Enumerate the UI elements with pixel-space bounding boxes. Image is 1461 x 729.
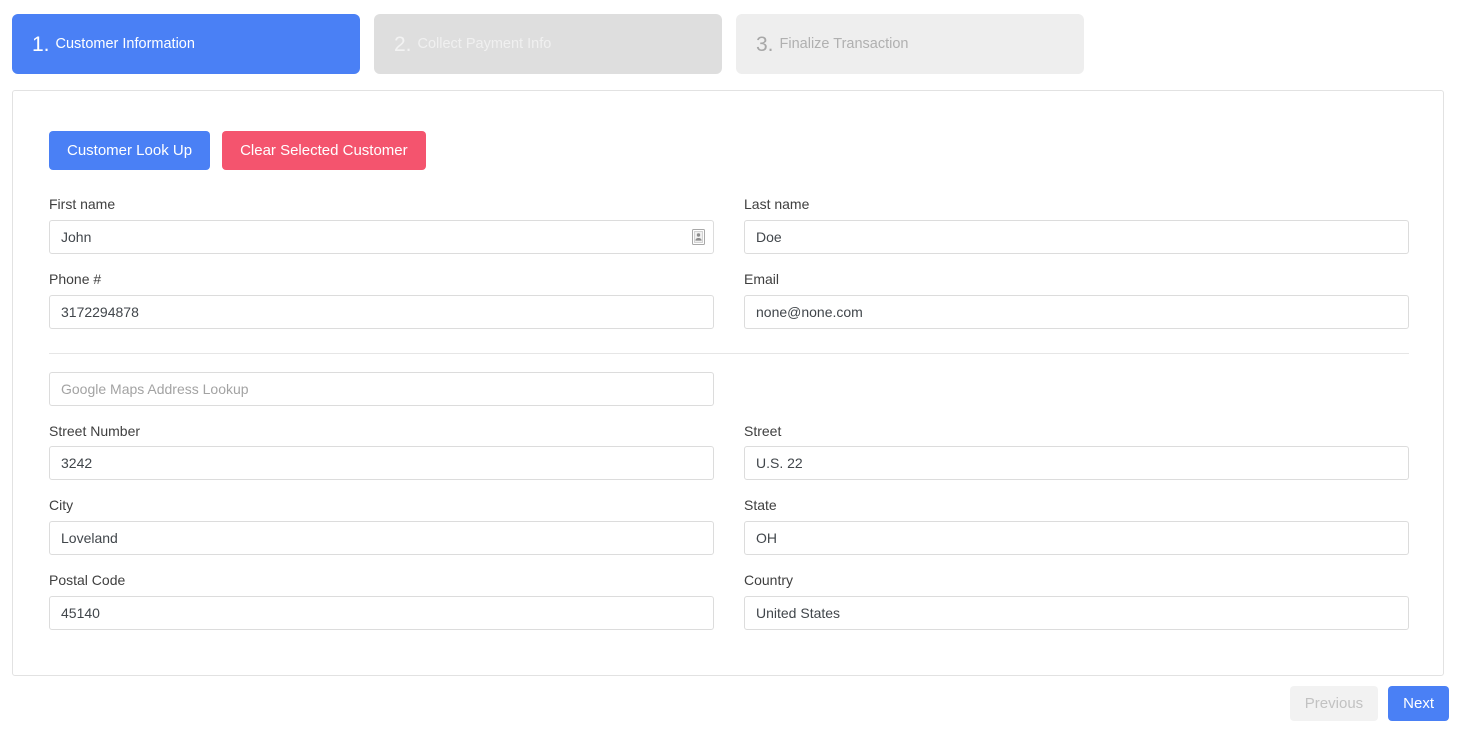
address-lookup-spacer xyxy=(744,372,1409,423)
last-name-field: Last name xyxy=(744,196,1409,254)
state-label: State xyxy=(744,497,777,514)
wizard-step-finalize-transaction[interactable]: 3. Finalize Transaction xyxy=(736,14,1084,74)
card-body: Customer Look Up Clear Selected Customer… xyxy=(13,91,1443,647)
email-label: Email xyxy=(744,270,780,287)
first-name-field: First name xyxy=(49,196,714,254)
first-name-input-wrap xyxy=(49,219,714,254)
checkout-wizard-page: 1. Customer Information 2. Collect Payme… xyxy=(0,0,1461,729)
email-field: Email xyxy=(744,271,1409,329)
step-number: 1. xyxy=(32,32,50,56)
previous-button[interactable]: Previous xyxy=(1289,686,1379,721)
clear-selected-customer-button[interactable]: Clear Selected Customer xyxy=(222,131,426,170)
customer-look-up-button[interactable]: Customer Look Up xyxy=(49,131,211,170)
last-name-label: Last name xyxy=(744,196,810,212)
street-number-input[interactable] xyxy=(49,446,714,481)
form-section-divider xyxy=(49,352,1409,354)
wizard-step-customer-information[interactable]: 1. Customer Information xyxy=(12,14,360,74)
street-label: Street xyxy=(744,422,782,439)
first-name-input[interactable] xyxy=(49,219,714,254)
first-name-label: First name xyxy=(49,196,116,212)
street-number-label: Street Number xyxy=(49,422,141,439)
step-number: 2. xyxy=(394,32,412,56)
country-label: Country xyxy=(744,572,794,589)
city-label: City xyxy=(49,497,74,514)
google-maps-address-lookup-input[interactable] xyxy=(49,371,714,406)
street-input[interactable] xyxy=(744,446,1409,481)
wizard-footer-navigation: Previous Next xyxy=(1289,686,1449,721)
postal-code-label: Postal Code xyxy=(49,572,126,589)
country-field: Country xyxy=(744,572,1409,630)
phone-field: Phone # xyxy=(49,271,714,329)
last-name-input[interactable] xyxy=(744,219,1409,254)
step-label: Finalize Transaction xyxy=(779,35,909,52)
customer-form: First name L xyxy=(49,196,1409,647)
country-input[interactable] xyxy=(744,595,1409,630)
wizard-step-collect-payment-info[interactable]: 2. Collect Payment Info xyxy=(374,14,722,74)
state-field: State xyxy=(744,497,1409,556)
step-label: Collect Payment Info xyxy=(417,35,552,52)
step-number: 3. xyxy=(756,32,774,56)
contact-card-icon[interactable] xyxy=(692,228,705,245)
phone-label: Phone # xyxy=(49,270,102,287)
wizard-step-tabs: 1. Customer Information 2. Collect Payme… xyxy=(12,14,1449,74)
postal-code-input[interactable] xyxy=(49,595,714,630)
customer-action-buttons: Customer Look Up Clear Selected Customer xyxy=(49,131,1407,170)
next-button[interactable]: Next xyxy=(1388,686,1449,721)
street-number-field: Street Number xyxy=(49,423,714,481)
state-input[interactable] xyxy=(744,521,1409,556)
address-lookup-field xyxy=(49,371,714,406)
city-input[interactable] xyxy=(49,521,714,556)
postal-code-field: Postal Code xyxy=(49,572,714,630)
email-input[interactable] xyxy=(744,294,1409,329)
step-label: Customer Information xyxy=(55,35,195,52)
city-field: City xyxy=(49,497,714,556)
street-field: Street xyxy=(744,423,1409,481)
phone-input[interactable] xyxy=(49,294,714,329)
customer-information-card: Customer Look Up Clear Selected Customer… xyxy=(12,90,1444,676)
